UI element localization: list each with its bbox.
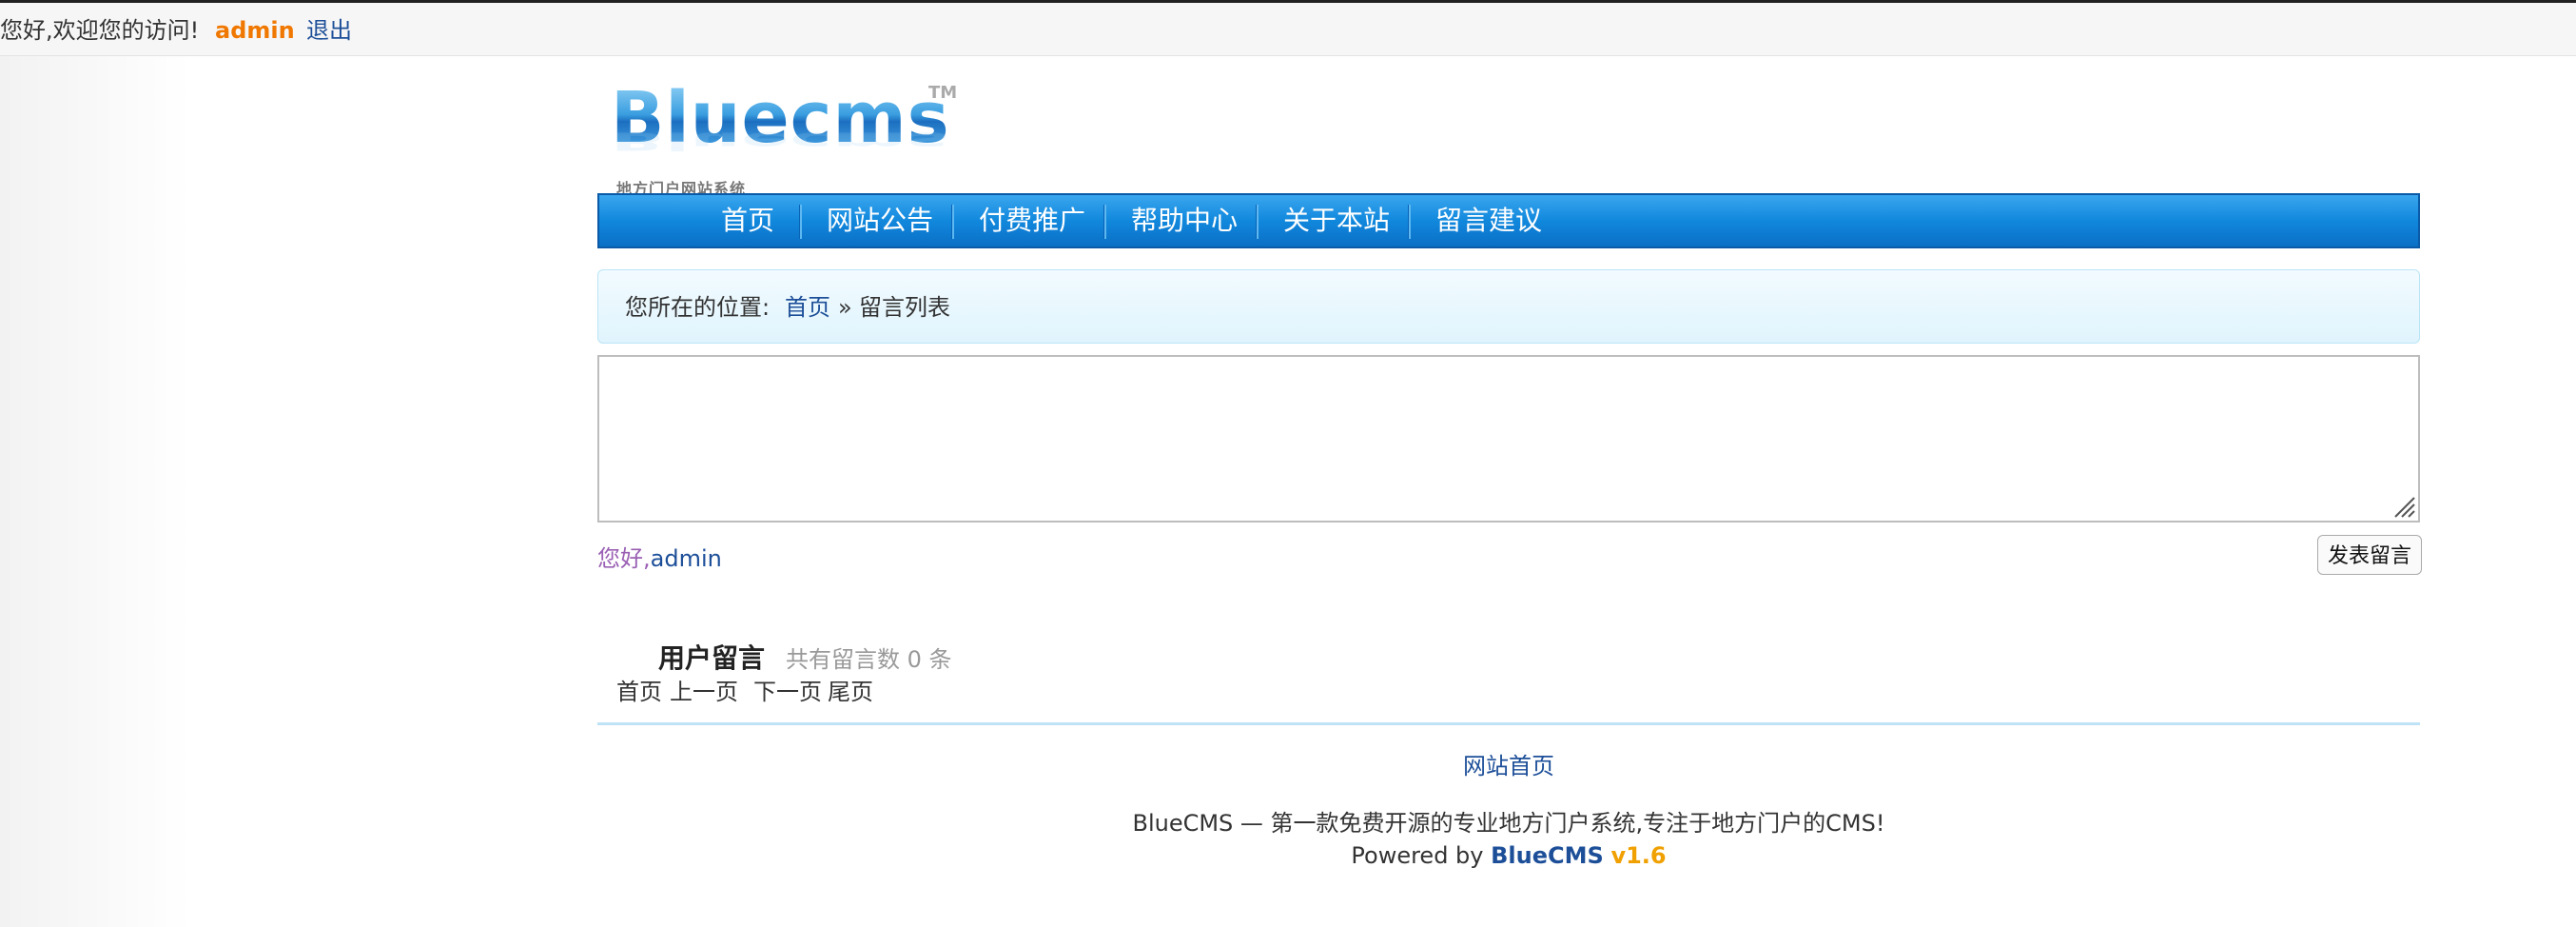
nav-separator xyxy=(1256,205,1259,239)
powered-version: v1.6 xyxy=(1610,842,1667,869)
footer-description: BlueCMS — 第一款免费开源的专业地方门户系统,专注于地方门户的CMS! xyxy=(1132,810,1885,837)
pager-first[interactable]: 首页 xyxy=(616,673,662,706)
breadcrumb-current: 留言列表 xyxy=(859,294,950,321)
footer-divider xyxy=(597,722,2420,725)
submit-message-button[interactable]: 发表留言 xyxy=(2317,535,2422,575)
resize-grip-icon[interactable] xyxy=(2391,494,2416,519)
logo-trademark: TM xyxy=(928,83,958,103)
logout-link[interactable]: 退出 xyxy=(306,3,352,58)
nav-item-about[interactable]: 关于本站 xyxy=(1260,195,1413,247)
footer-powered-by: Powered by BlueCMS v1.6 xyxy=(597,842,2420,869)
powered-brand[interactable]: BlueCMS xyxy=(1491,842,1604,869)
message-textarea[interactable] xyxy=(597,355,2420,523)
breadcrumb-separator: » xyxy=(838,294,852,321)
hello-prefix: 您好, xyxy=(597,545,651,572)
breadcrumb-prefix: 您所在的位置: xyxy=(625,294,771,321)
nav-item-help-center[interactable]: 帮助中心 xyxy=(1108,195,1260,247)
logo-reflection: Bluecms xyxy=(611,127,950,156)
comments-title: 用户留言 xyxy=(658,642,766,674)
nav-separator xyxy=(951,205,954,239)
hello-username: admin xyxy=(650,545,722,572)
powered-prefix: Powered by xyxy=(1351,842,1492,869)
breadcrumb-home-link[interactable]: 首页 xyxy=(785,270,830,345)
nav-separator xyxy=(1408,205,1411,239)
nav-item-paid-promotion[interactable]: 付费推广 xyxy=(956,195,1108,247)
left-shade xyxy=(0,56,190,927)
nav-item-guestbook[interactable]: 留言建议 xyxy=(1413,195,1565,247)
pager-next[interactable]: 下一页 xyxy=(753,673,822,706)
site-logo[interactable]: Bluecms Bluecms TM 地方门户网站系统 xyxy=(607,77,978,201)
pager-last[interactable]: 尾页 xyxy=(828,673,873,706)
username-link[interactable]: admin xyxy=(215,3,295,58)
hello-user-text: 您好,admin xyxy=(597,540,722,573)
footer-home-anchor[interactable]: 网站首页 xyxy=(1463,753,1554,779)
welcome-text: 您好,欢迎您的访问! xyxy=(0,17,200,44)
pager-prev[interactable]: 上一页 xyxy=(670,673,738,706)
nav-separator xyxy=(799,205,802,239)
top-bar: 您好,欢迎您的访问! admin 退出 xyxy=(0,3,2576,56)
main-container: Bluecms Bluecms TM 地方门户网站系统 首页 网站公告 付费推广… xyxy=(597,56,2424,927)
nav-separator xyxy=(1103,205,1106,239)
nav-item-announcements[interactable]: 网站公告 xyxy=(804,195,956,247)
comments-count: 共有留言数 0 条 xyxy=(786,646,952,673)
main-nav: 首页 网站公告 付费推广 帮助中心 关于本站 留言建议 xyxy=(597,193,2420,248)
breadcrumb: 您所在的位置: 首页 » 留言列表 xyxy=(597,269,2420,344)
footer-home-link: 网站首页 xyxy=(597,747,2420,780)
